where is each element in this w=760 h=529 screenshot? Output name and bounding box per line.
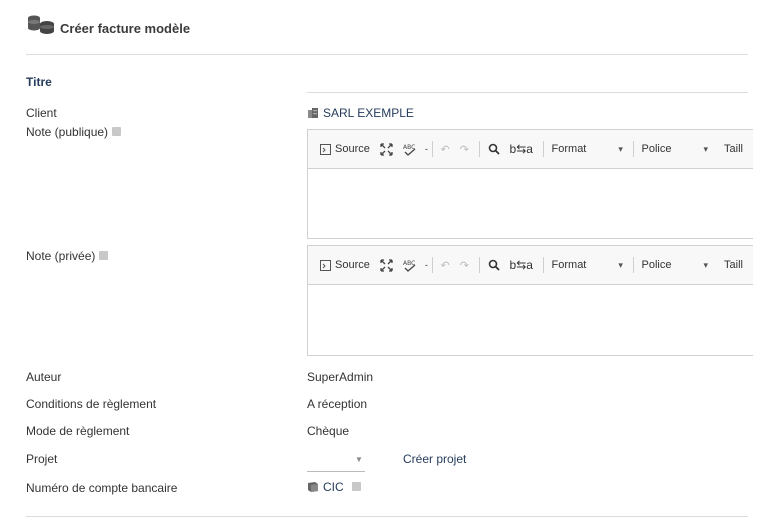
page-title: Créer facture modèle bbox=[60, 21, 191, 36]
mode-label: Mode de règlement bbox=[26, 424, 130, 438]
source-label: Source bbox=[335, 259, 370, 271]
help-icon[interactable] bbox=[99, 251, 109, 261]
note-public-text: Note (publique) bbox=[26, 125, 109, 139]
titre-input[interactable] bbox=[307, 92, 748, 93]
conditions-label: Conditions de règlement bbox=[26, 397, 157, 411]
toolbar-separator bbox=[542, 257, 544, 273]
chevron-down-icon: ▾ bbox=[703, 143, 709, 154]
spellcheck-icon[interactable]: ABC - bbox=[403, 143, 428, 156]
editor-toolbar: Source ABC - ↶ ↷ b⇆a Format ▾ Police ▾ Tai… bbox=[308, 246, 753, 285]
bank-name: CIC bbox=[323, 480, 344, 494]
create-project-link[interactable]: Créer projet bbox=[403, 452, 466, 466]
note-public-editor: Source ABC - ↶ ↷ b⇆a Format ▾ Police ▾ Tai… bbox=[307, 129, 753, 239]
help-icon[interactable] bbox=[112, 127, 122, 137]
auteur-value: SuperAdmin bbox=[307, 370, 374, 384]
source-label: Source bbox=[335, 143, 370, 155]
note-private-content[interactable] bbox=[308, 285, 753, 355]
find-icon[interactable] bbox=[488, 143, 500, 155]
font-label: Police bbox=[641, 259, 672, 271]
source-icon bbox=[320, 259, 331, 271]
font-dropdown[interactable]: Police ▾ bbox=[642, 259, 709, 271]
maximize-icon[interactable] bbox=[380, 258, 393, 272]
client-label: Client bbox=[26, 106, 57, 120]
font-dropdown[interactable]: Police ▾ bbox=[642, 143, 709, 155]
note-public-label: Note (publique) bbox=[26, 125, 122, 139]
toolbar-separator bbox=[478, 141, 480, 157]
maximize-icon[interactable] bbox=[380, 142, 393, 156]
note-private-text: Note (privée) bbox=[26, 249, 96, 263]
source-icon bbox=[320, 143, 331, 155]
undo-icon[interactable]: ↶ bbox=[440, 143, 449, 156]
format-dropdown[interactable]: Format ▾ bbox=[552, 259, 623, 271]
replace-icon[interactable]: b⇆a bbox=[510, 142, 533, 156]
bank-label: Numéro de compte bancaire bbox=[26, 481, 178, 495]
source-button[interactable]: Source bbox=[320, 259, 370, 271]
auteur-label: Auteur bbox=[26, 370, 62, 384]
note-public-content[interactable] bbox=[308, 169, 753, 238]
conditions-value: A réception bbox=[307, 397, 368, 411]
client-link[interactable]: SARL EXEMPLE bbox=[307, 106, 414, 120]
header-divider bbox=[26, 54, 748, 55]
size-label: Taill bbox=[724, 143, 743, 155]
size-label: Taill bbox=[724, 259, 743, 271]
note-private-editor: Source ABC - ↶ ↷ b⇆a Format ▾ Police ▾ Tai… bbox=[307, 245, 753, 356]
chevron-down-icon: ▾ bbox=[618, 259, 623, 270]
mode-value: Chèque bbox=[307, 424, 350, 438]
titre-label: Titre bbox=[26, 75, 52, 89]
bank-icon bbox=[308, 482, 318, 492]
note-private-label: Note (privée) bbox=[26, 249, 109, 263]
toolbar-separator bbox=[431, 257, 433, 273]
client-name: SARL EXEMPLE bbox=[323, 106, 414, 120]
find-icon[interactable] bbox=[488, 259, 500, 271]
source-button[interactable]: Source bbox=[320, 143, 370, 155]
footer-divider bbox=[26, 516, 748, 517]
size-dropdown[interactable]: Taill bbox=[724, 259, 743, 271]
projet-select[interactable] bbox=[307, 470, 365, 472]
toolbar-separator bbox=[632, 257, 634, 273]
toolbar-separator bbox=[542, 141, 544, 157]
projet-label: Projet bbox=[26, 452, 58, 466]
bank-account-link[interactable]: CIC bbox=[307, 480, 361, 494]
chevron-down-icon[interactable]: ▼ bbox=[355, 455, 363, 464]
redo-icon[interactable]: ↷ bbox=[460, 143, 469, 156]
format-dropdown[interactable]: Format ▾ bbox=[552, 143, 623, 155]
building-icon bbox=[308, 108, 318, 118]
size-dropdown[interactable]: Taill bbox=[724, 143, 743, 155]
redo-icon[interactable]: ↷ bbox=[460, 259, 469, 272]
replace-icon[interactable]: b⇆a bbox=[510, 258, 533, 272]
spellcheck-icon[interactable]: ABC - bbox=[403, 259, 428, 272]
toolbar-separator bbox=[632, 141, 634, 157]
format-label: Format bbox=[551, 143, 587, 155]
toolbar-separator bbox=[478, 257, 480, 273]
chevron-down-icon: ▾ bbox=[703, 259, 709, 270]
coins-icon bbox=[28, 15, 54, 34]
undo-icon[interactable]: ↶ bbox=[440, 259, 449, 272]
editor-toolbar: Source ABC - ↶ ↷ b⇆a Format ▾ Police ▾ Tai… bbox=[308, 130, 753, 169]
toolbar-separator bbox=[431, 141, 433, 157]
format-label: Format bbox=[551, 259, 587, 271]
help-icon[interactable] bbox=[351, 481, 361, 491]
font-label: Police bbox=[641, 143, 672, 155]
chevron-down-icon: ▾ bbox=[618, 143, 623, 154]
